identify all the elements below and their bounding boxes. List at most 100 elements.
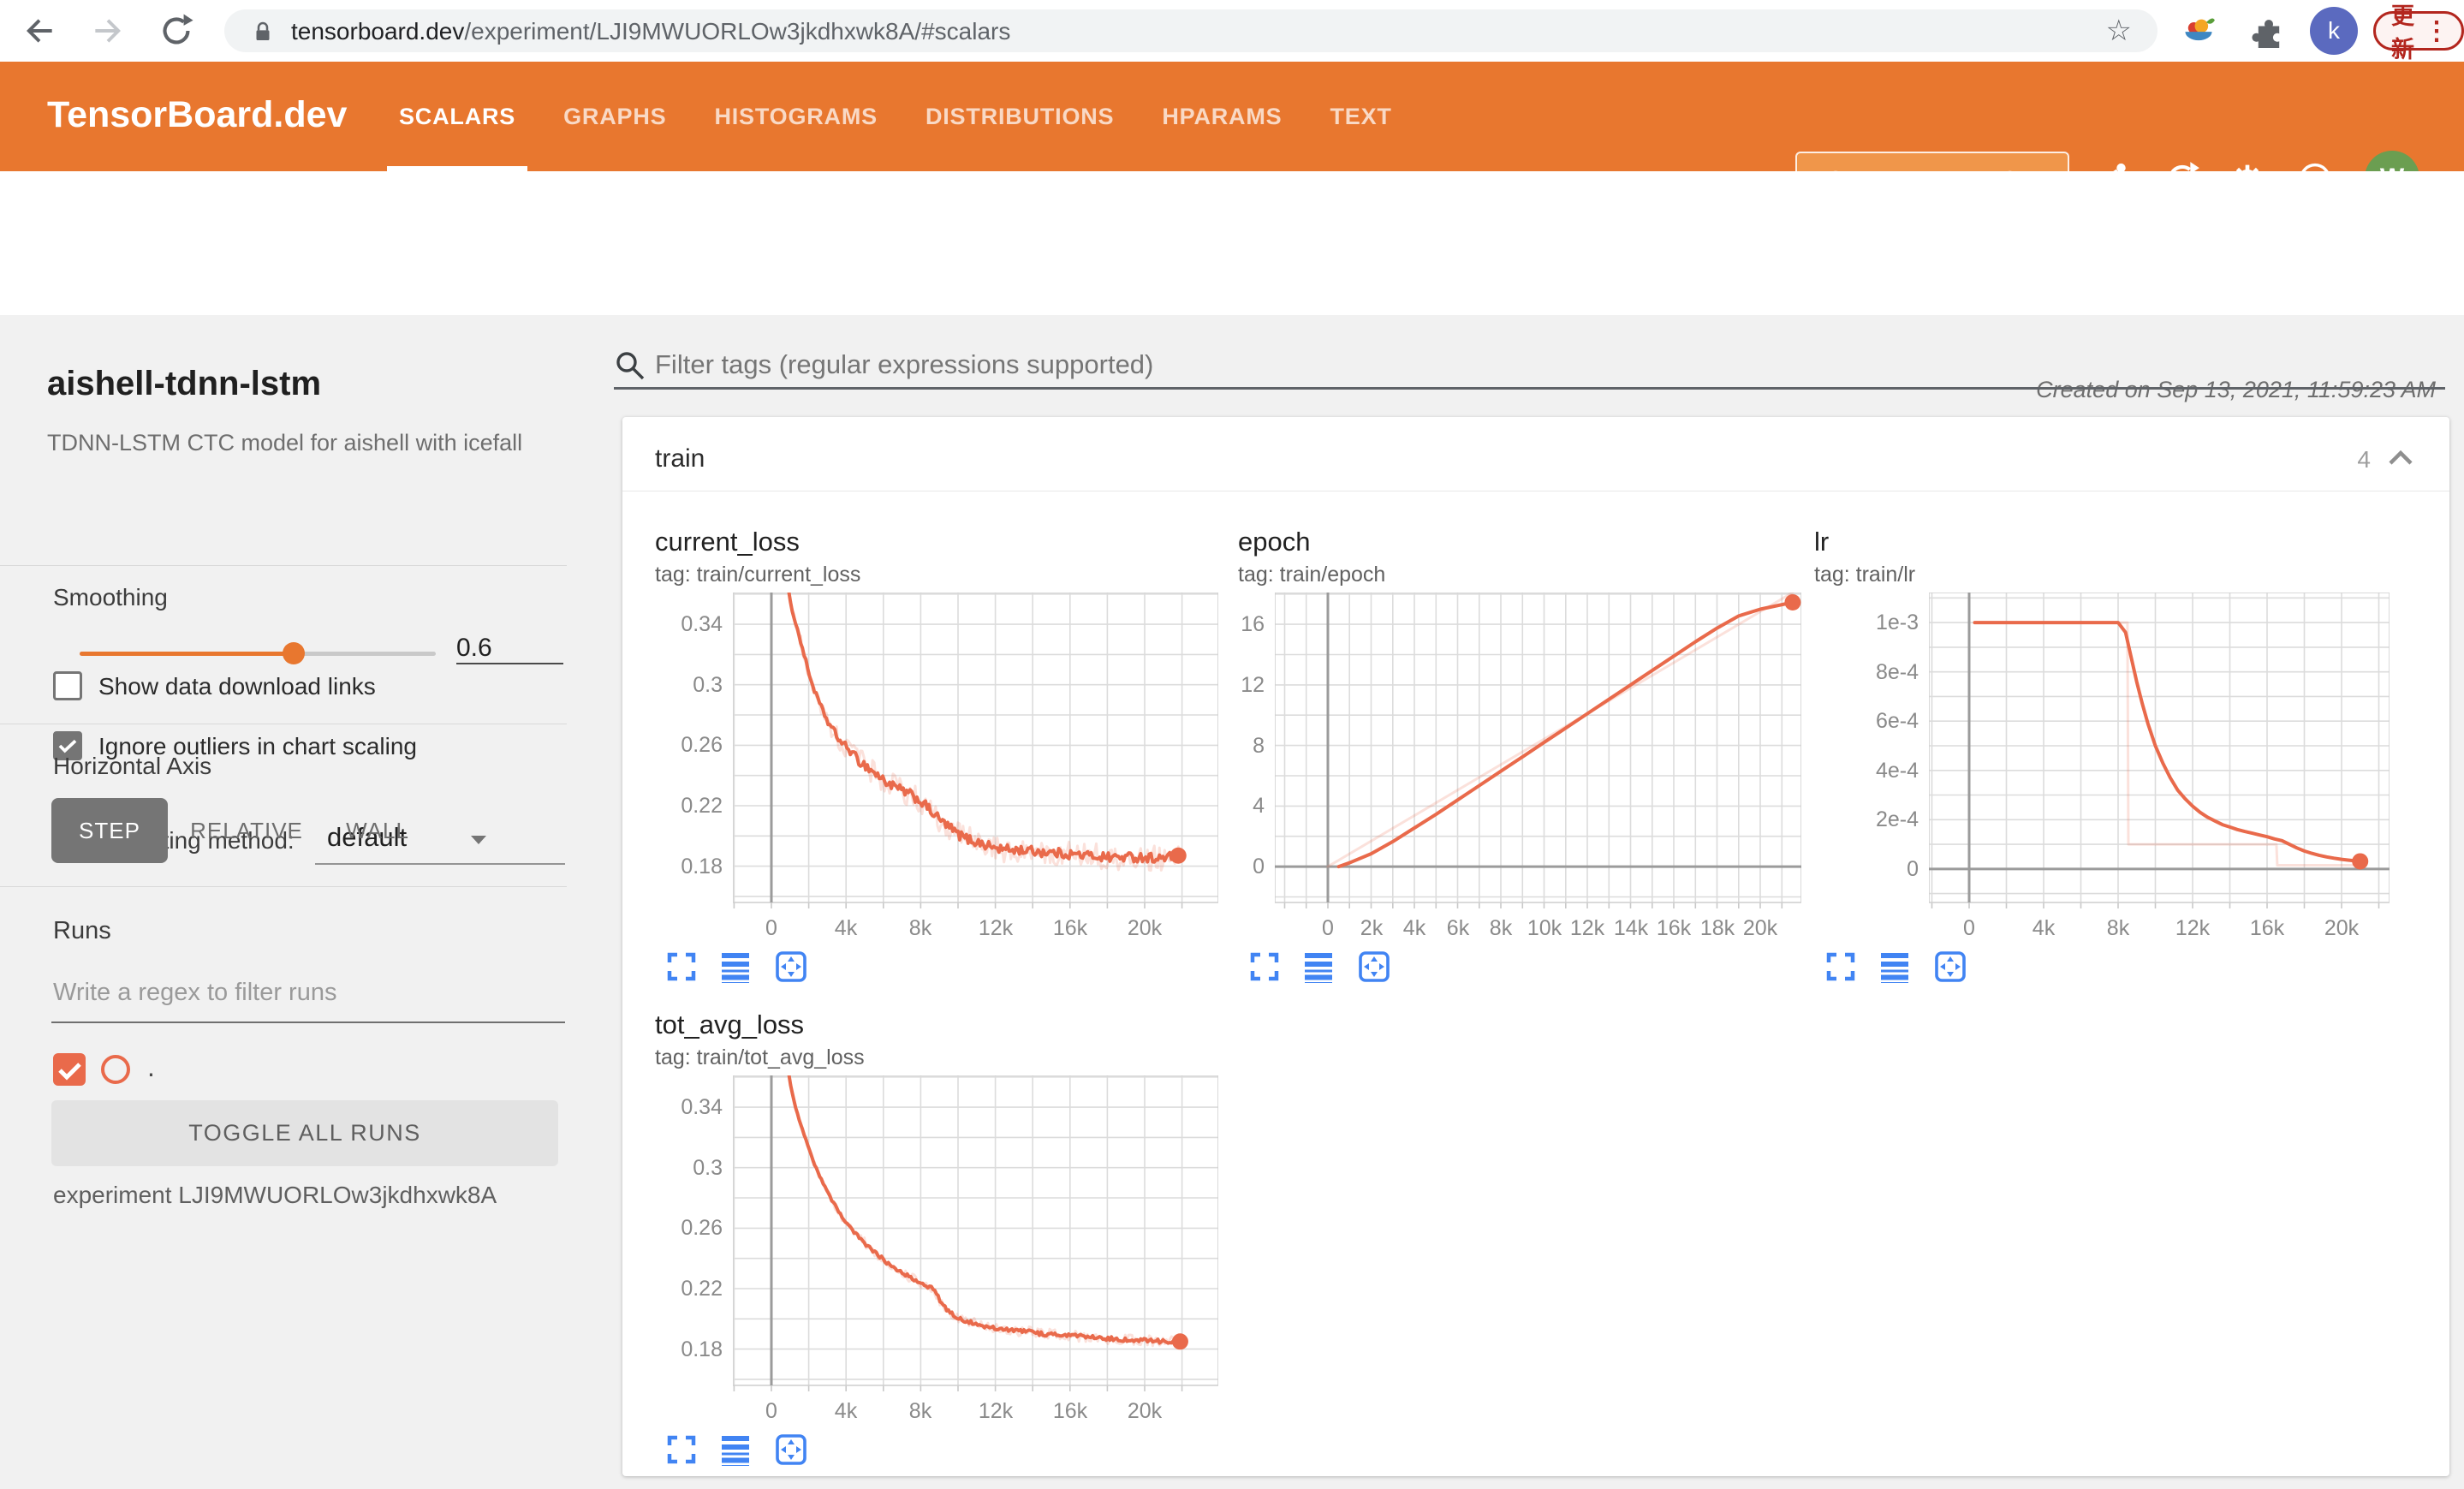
plot-area[interactable] — [1928, 592, 2390, 909]
tab-scalars[interactable]: SCALARS — [387, 62, 528, 171]
x-tick-label: 8k — [2106, 916, 2130, 940]
collapse-chevron-icon[interactable] — [2386, 446, 2415, 470]
x-tick-label: 16k — [1052, 1399, 1088, 1423]
fruit-bowl-extension-icon[interactable] — [2181, 14, 2216, 48]
profile-initial: k — [2328, 17, 2340, 44]
fit-domain-icon[interactable] — [775, 1433, 807, 1466]
chart-plot-current_loss[interactable] — [732, 592, 1219, 909]
forward-icon[interactable] — [89, 12, 127, 50]
tab-hparams[interactable]: HPARAMS — [1150, 62, 1294, 171]
fit-domain-icon[interactable] — [775, 950, 807, 983]
browser-update-button[interactable]: 更新 ⋮ — [2373, 3, 2464, 63]
chart-plot-epoch[interactable] — [1274, 592, 1802, 909]
run-color-swatch — [101, 1055, 130, 1084]
fullscreen-icon[interactable] — [665, 950, 698, 983]
log-scale-icon[interactable] — [1303, 950, 1336, 983]
address-bar[interactable]: tensorboard.dev/experiment/LJI9MWUORLOw3… — [224, 9, 2157, 52]
smoothing-slider-fill — [80, 652, 294, 656]
settings-sidebar: Show data download links Ignore outliers… — [0, 315, 591, 1468]
y-tick-label: 0.3 — [693, 1156, 723, 1180]
plot-area[interactable] — [1274, 592, 1802, 909]
y-tick-label: 12 — [1241, 673, 1265, 697]
chart-tag: tag: train/epoch — [1238, 563, 1386, 587]
fullscreen-icon[interactable] — [1248, 950, 1281, 983]
update-label: 更新 — [2391, 3, 2414, 63]
x-tick-label: 20k — [1127, 1399, 1163, 1423]
reload-icon[interactable] — [158, 12, 195, 50]
chart-plot-tot_avg_loss[interactable] — [732, 1075, 1219, 1392]
check-icon — [58, 739, 77, 753]
tab-histograms[interactable]: HISTOGRAMS — [702, 62, 890, 171]
tab-text[interactable]: TEXT — [1318, 62, 1403, 171]
bookmark-icon[interactable]: ☆ — [2106, 14, 2132, 48]
x-tick-label: 8k — [908, 916, 932, 940]
x-tick-label: 20k — [1127, 916, 1163, 940]
experiment-info-bar: aishell-tdnn-lstm TDNN-LSTM CTC model fo… — [0, 171, 2464, 456]
filter-tags-input[interactable] — [655, 349, 2410, 380]
back-icon[interactable] — [21, 12, 58, 50]
y-tick-label: 8 — [1253, 734, 1265, 758]
lock-icon — [256, 21, 270, 40]
run-name: . — [147, 1051, 155, 1082]
y-tick-label: 1e-3 — [1875, 610, 1919, 634]
axis-step-button[interactable]: STEP — [51, 798, 168, 863]
x-tick-label: 16k — [1052, 916, 1088, 940]
chart-lr: lr tag: train/lr 1e-3 8e-4 6e-4 4e-4 2e-4 0 0 4k 8… — [1812, 523, 2390, 1006]
group-chart-count: 4 — [2357, 446, 2371, 473]
train-group-card: train 4 current_loss tag: train/current_l… — [622, 417, 2449, 1476]
x-tick-label: 20k — [1742, 916, 1778, 940]
browser-menu-icon[interactable]: ⋮ — [2424, 16, 2449, 46]
x-tick-label: 0 — [1963, 916, 1975, 940]
fullscreen-icon[interactable] — [665, 1433, 698, 1466]
url-host: tensorboard.dev — [291, 18, 465, 45]
url-text: tensorboard.dev/experiment/LJI9MWUORLOw3… — [291, 18, 1010, 45]
x-tick-label: 12k — [978, 1399, 1014, 1423]
smoothing-slider[interactable] — [80, 642, 436, 664]
axis-wall-button[interactable]: WALL — [339, 798, 416, 863]
log-scale-icon[interactable] — [720, 1433, 753, 1466]
y-tick-label: 0.22 — [681, 794, 723, 818]
plot-area[interactable] — [732, 1075, 1219, 1392]
fullscreen-icon[interactable] — [1824, 950, 1857, 983]
run-checkbox[interactable] — [53, 1053, 86, 1086]
smoothing-label: Smoothing — [53, 584, 168, 610]
log-scale-icon[interactable] — [1879, 950, 1912, 983]
toggle-all-runs-button[interactable]: TOGGLE ALL RUNS — [51, 1100, 558, 1166]
tensorboard-header: TensorBoard.dev SCALARS GRAPHS HISTOGRAMS D… — [0, 62, 2464, 206]
fit-domain-icon[interactable] — [1358, 950, 1390, 983]
chart-toolbar — [665, 950, 807, 983]
chart-plot-lr[interactable] — [1928, 592, 2390, 909]
chart-title: tot_avg_loss — [655, 1010, 805, 1039]
smoothing-slider-knob[interactable] — [282, 642, 305, 664]
group-name: train — [655, 444, 705, 473]
y-tick-label: 0.3 — [693, 673, 723, 697]
log-scale-icon[interactable] — [720, 950, 753, 983]
filter-tags-underline — [614, 387, 2445, 390]
sidebar-divider — [0, 565, 567, 566]
url-path: /experiment/LJI9MWUORLOw3jkdhxwk8A/#scal… — [464, 18, 1011, 45]
experiment-run-label: experiment LJI9MWUORLOw3jkdhxwk8A — [53, 1182, 497, 1208]
x-tick-label: 20k — [2324, 916, 2360, 940]
tab-graphs[interactable]: GRAPHS — [551, 62, 678, 171]
y-tick-label: 4e-4 — [1875, 759, 1919, 783]
brand-logo[interactable]: TensorBoard.dev — [47, 94, 347, 136]
chevron-down-icon[interactable] — [469, 834, 488, 846]
extensions-puzzle-icon[interactable] — [2252, 14, 2286, 48]
smoothing-value-input[interactable] — [456, 634, 563, 664]
chart-title: lr — [1814, 527, 1830, 557]
runs-filter-input[interactable] — [53, 979, 550, 1007]
axis-relative-button[interactable]: RELATIVE — [187, 798, 307, 863]
fit-domain-icon[interactable] — [1934, 950, 1967, 983]
tab-distributions[interactable]: DISTRIBUTIONS — [914, 62, 1126, 171]
show-download-links-checkbox[interactable] — [53, 671, 82, 700]
chart-title: epoch — [1238, 527, 1311, 557]
y-tick-label: 0.26 — [681, 733, 723, 757]
browser-profile-avatar[interactable]: k — [2310, 7, 2358, 55]
search-icon — [616, 352, 645, 380]
x-tick-label: 4k — [2032, 916, 2056, 940]
sidebar-divider — [0, 886, 567, 887]
x-tick-label: 12k — [978, 916, 1014, 940]
plot-area[interactable] — [732, 592, 1219, 909]
x-tick-label: 16k — [2249, 916, 2285, 940]
chart-current_loss: current_loss tag: train/current_loss 0.34 0… — [653, 523, 1229, 1006]
